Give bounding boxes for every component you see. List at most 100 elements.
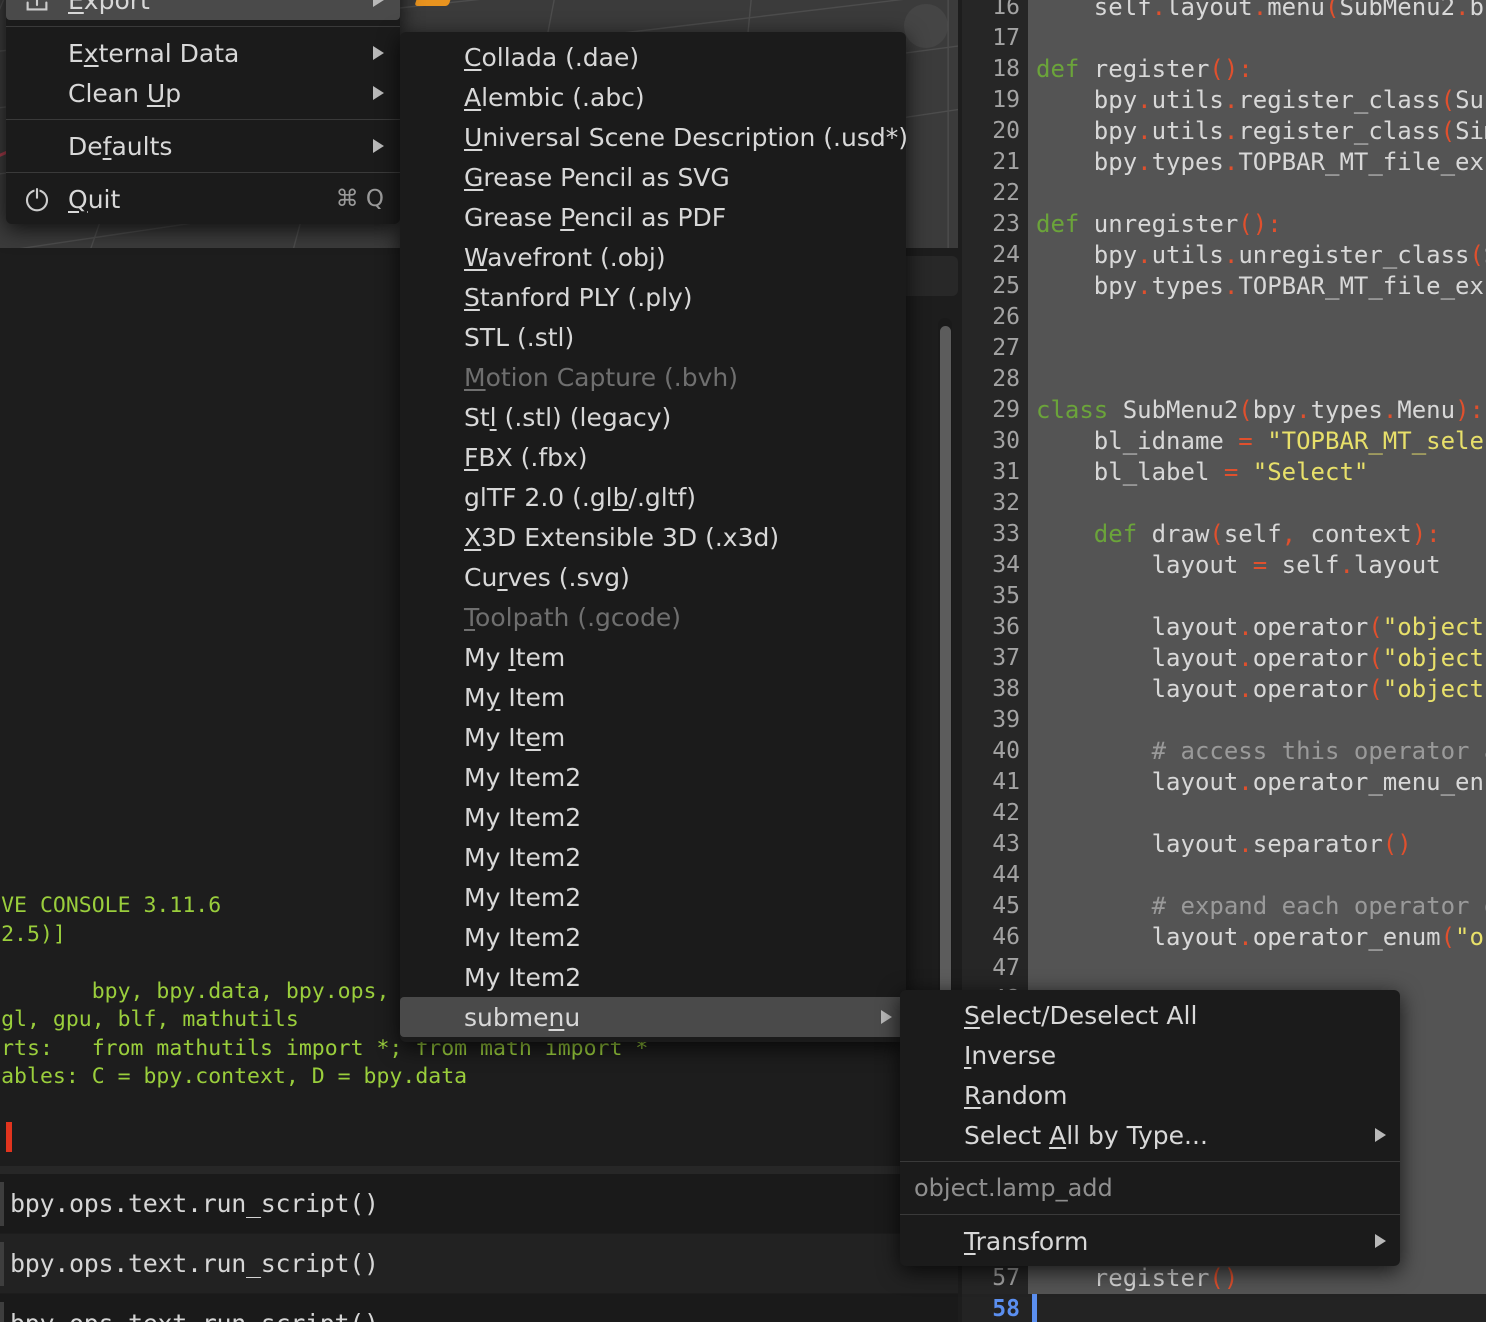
line-number: 35 <box>992 583 1020 609</box>
menu-item-quit-8[interactable]: Quit ⌘ Q <box>6 179 400 219</box>
chevron-right-icon <box>881 1010 892 1024</box>
menu-item-my-item2-18[interactable]: My Item2 <box>400 757 906 797</box>
code-line[interactable]: 33 def draw(self, context): <box>962 519 1486 550</box>
menu-item-my-item2-21[interactable]: My Item2 <box>400 877 906 917</box>
code-line[interactable]: 37 layout.operator("object.s <box>962 643 1486 674</box>
code-line[interactable]: 42 <box>962 798 1486 829</box>
code-line[interactable]: 22 <box>962 178 1486 209</box>
code-line[interactable]: 24 bpy.utils.unregister_class(S <box>962 240 1486 271</box>
code-line[interactable]: 58 <box>962 1294 1486 1322</box>
code-text: def unregister(): <box>1036 210 1282 238</box>
line-number: 30 <box>992 428 1020 454</box>
navigation-gizmo-icon[interactable] <box>904 4 948 48</box>
menu-item-collada-dae-0[interactable]: Collada (.dae) <box>400 37 906 77</box>
menu-item-x3d-extensible-3d-x3d-12[interactable]: X3D Extensible 3D (.x3d) <box>400 517 906 557</box>
code-line[interactable]: 43 layout.separator() <box>962 829 1486 860</box>
menu-item-universal-scene-description-usd-2[interactable]: Universal Scene Description (.usd*) <box>400 117 908 157</box>
line-number: 23 <box>992 211 1020 237</box>
menu-item-select-deselect-all-0[interactable]: Select/Deselect All <box>900 995 1400 1035</box>
code-line[interactable]: 44 <box>962 860 1486 891</box>
code-line[interactable]: 35 <box>962 581 1486 612</box>
menu-item-label: My Item2 <box>464 882 582 912</box>
code-line[interactable]: 36 layout.operator("object.s <box>962 612 1486 643</box>
menu-separator <box>900 1161 1400 1162</box>
menu-item-wavefront-obj-5[interactable]: Wavefront (.obj) <box>400 237 906 277</box>
menu-item-my-item-16[interactable]: My Item <box>400 677 906 717</box>
code-line[interactable]: 31 bl_label = "Select" <box>962 457 1486 488</box>
menu-separator <box>6 172 400 173</box>
menu-item-alembic-abc-1[interactable]: Alembic (.abc) <box>400 77 906 117</box>
menu-item-label: Wavefront (.obj) <box>464 242 666 272</box>
code-line[interactable]: 27 <box>962 333 1486 364</box>
code-line[interactable]: 25 bpy.types.TOPBAR_MT_file_expo <box>962 271 1486 302</box>
code-text: layout.operator("object.s <box>1036 675 1486 703</box>
code-line[interactable]: 21 bpy.types.TOPBAR_MT_file_expo <box>962 147 1486 178</box>
menu-item-submenu-24[interactable]: submenu <box>400 997 906 1037</box>
menu-item-inverse-1[interactable]: Inverse <box>900 1035 1400 1075</box>
code-line[interactable]: 20 bpy.utils.register_class(Simp <box>962 116 1486 147</box>
console-caret <box>6 1122 12 1152</box>
menu-item-label: Collada (.dae) <box>464 42 640 72</box>
code-line[interactable]: 57 register() <box>962 1263 1486 1294</box>
code-line[interactable]: 34 layout = self.layout <box>962 550 1486 581</box>
menu-item-defaults-6[interactable]: Defaults <box>6 126 400 166</box>
menu-item-my-item-17[interactable]: My Item <box>400 717 906 757</box>
code-line[interactable]: 45 # expand each operator op <box>962 891 1486 922</box>
code-line[interactable]: 32 <box>962 488 1486 519</box>
menu-item-label: Clean Up <box>68 78 182 108</box>
menu-item-my-item-15[interactable]: My Item <box>400 637 906 677</box>
code-line[interactable]: 16 self.layout.menu(SubMenu2.bl_ <box>962 0 1486 23</box>
menu-item-fbx-fbx-10[interactable]: FBX (.fbx) <box>400 437 906 477</box>
code-line[interactable]: 29 class SubMenu2(bpy.types.Menu): <box>962 395 1486 426</box>
code-line[interactable]: 47 <box>962 953 1486 984</box>
menu-item-curves-svg-13[interactable]: Curves (.svg) <box>400 557 906 597</box>
line-number: 44 <box>992 862 1020 888</box>
code-line[interactable]: 17 <box>962 23 1486 54</box>
menu-item-grease-pencil-as-svg-3[interactable]: Grease Pencil as SVG <box>400 157 906 197</box>
code-line[interactable]: 26 <box>962 302 1486 333</box>
code-line[interactable]: 41 layout.operator_menu_enum <box>962 767 1486 798</box>
menu-item-my-item2-20[interactable]: My Item2 <box>400 837 906 877</box>
menu-item-transform-7[interactable]: Transform <box>900 1221 1400 1261</box>
info-editor[interactable]: bpy.ops.text.run_script() bpy.ops.text.r… <box>0 1166 958 1322</box>
line-number: 38 <box>992 676 1020 702</box>
menu-item-stl-stl-legacy-9[interactable]: Stl (.stl) (legacy) <box>400 397 906 437</box>
code-line[interactable]: 23 def unregister(): <box>962 209 1486 240</box>
code-line[interactable]: 19 bpy.utils.register_class(SubM <box>962 85 1486 116</box>
info-row[interactable]: bpy.ops.text.run_script() <box>0 1174 958 1234</box>
select-submenu[interactable]: Select/Deselect All Inverse Random Select A… <box>900 990 1400 1266</box>
menu-item-stl-stl-7[interactable]: STL (.stl) <box>400 317 906 357</box>
menu-separator <box>6 26 400 27</box>
code-line[interactable]: 38 layout.operator("object.s <box>962 674 1486 705</box>
menu-item-my-item2-23[interactable]: My Item2 <box>400 957 906 997</box>
menu-item-my-item2-22[interactable]: My Item2 <box>400 917 906 957</box>
code-line[interactable]: 40 # access this operator as <box>962 736 1486 767</box>
code-line[interactable]: 28 <box>962 364 1486 395</box>
menu-item-stanford-ply-ply-6[interactable]: Stanford PLY (.ply) <box>400 277 906 317</box>
line-number: 16 <box>992 0 1020 20</box>
code-line[interactable]: 30 bl_idname = "TOPBAR_MT_select <box>962 426 1486 457</box>
code-text: # expand each operator op <box>1036 892 1486 920</box>
menu-item-external-data-3[interactable]: External Data <box>6 33 400 73</box>
menu-item-clean-up-4[interactable]: Clean Up <box>6 73 400 113</box>
export-submenu[interactable]: Collada (.dae) Alembic (.abc) Universal Sc… <box>400 32 908 1042</box>
code-text: bl_idname = "TOPBAR_MT_select <box>1036 427 1486 455</box>
menu-item-gltf-2-0-glb-gltf-11[interactable]: glTF 2.0 (.glb/.gltf) <box>400 477 906 517</box>
menu-item-my-item2-19[interactable]: My Item2 <box>400 797 906 837</box>
file-menu[interactable]: ImportExportExternal DataClean UpDefault… <box>6 0 400 224</box>
menu-item-grease-pencil-as-pdf-4[interactable]: Grease Pencil as PDF <box>400 197 906 237</box>
info-row[interactable]: bpy.ops.text.run_script() <box>0 1234 958 1294</box>
menu-item-select-all-by-type-3[interactable]: Select All by Type... <box>900 1115 1400 1155</box>
menu-item-object-lamp-add-5[interactable]: object.lamp_add <box>900 1168 1400 1208</box>
console-scrollbar-thumb[interactable] <box>940 326 951 1036</box>
menu-item-label: FBX (.fbx) <box>464 442 588 472</box>
line-number: 28 <box>992 366 1020 392</box>
menu-item-random-2[interactable]: Random <box>900 1075 1400 1115</box>
code-line[interactable]: 39 <box>962 705 1486 736</box>
code-line[interactable]: 46 layout.operator_enum("obj <box>962 922 1486 953</box>
info-row[interactable]: bpy.ops.text.run_script() <box>0 1294 958 1322</box>
code-line[interactable]: 18 def register(): <box>962 54 1486 85</box>
code-text: layout.operator("object.s <box>1036 644 1486 672</box>
menu-item-label: Universal Scene Description (.usd*) <box>464 122 908 152</box>
menu-item-export-1[interactable]: Export <box>6 0 400 20</box>
